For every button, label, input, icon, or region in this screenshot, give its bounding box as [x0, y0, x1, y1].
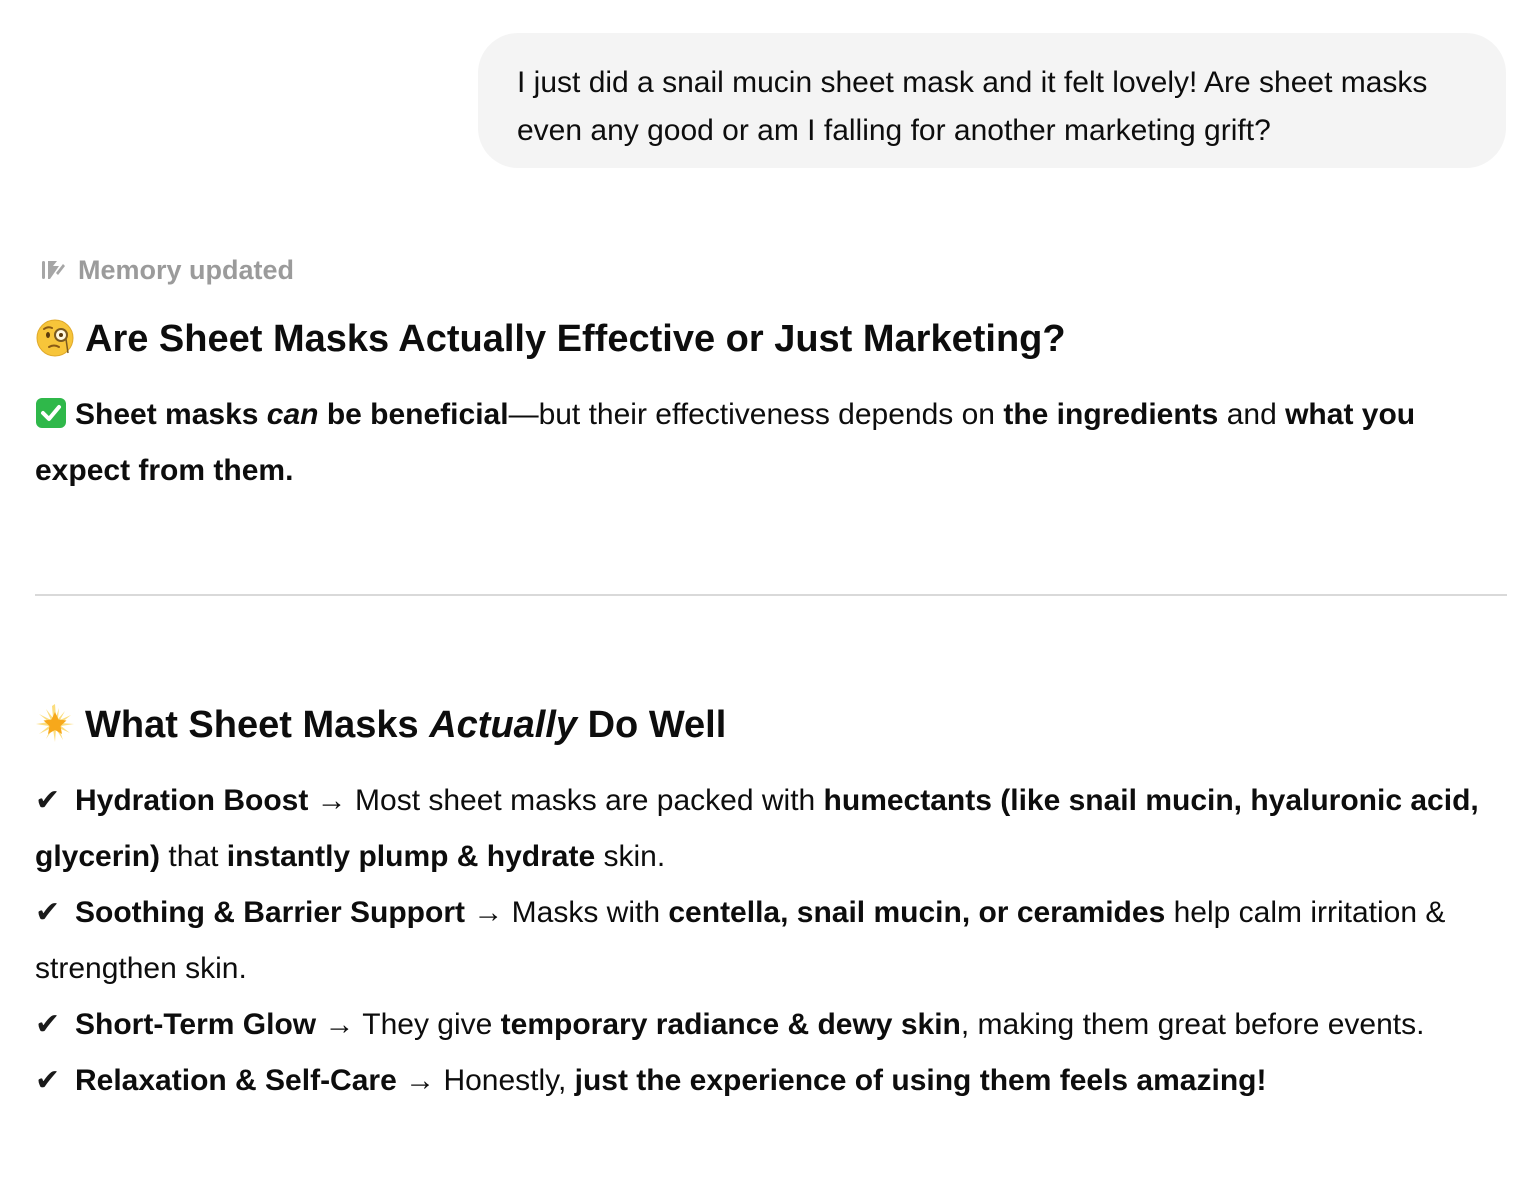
- user-message-bubble: I just did a snail mucin sheet mask and …: [478, 33, 1506, 168]
- second-heading-text-italic: Actually: [429, 704, 578, 746]
- intro-text-2: and: [1218, 398, 1286, 431]
- benefit-item: ✔ Hydration Boost → Most sheet masks are …: [35, 773, 1510, 885]
- intro-bold-1b: be beneficial: [318, 398, 509, 431]
- benefit-bold: instantly plump & hydrate: [226, 840, 596, 873]
- second-heading-text-before: What Sheet Masks: [85, 704, 430, 746]
- benefit-item: ✔ Relaxation & Self-Care → Honestly, just…: [35, 1053, 1510, 1109]
- chat-page: I just did a snail mucin sheet mask and …: [0, 0, 1536, 1202]
- intro-bold-1a: Sheet masks: [75, 398, 267, 431]
- benefit-text: Most sheet masks are packed with: [355, 784, 824, 817]
- memory-updated-indicator[interactable]: Memory updated: [40, 252, 294, 288]
- intro-text-1: —but their effectiveness depends on: [508, 398, 1004, 431]
- memory-edit-icon: [40, 257, 66, 283]
- second-heading: What Sheet Masks Actually Do Well: [35, 700, 726, 750]
- benefit-text: Honestly,: [443, 1064, 575, 1097]
- green-check-box-emoji: [35, 397, 67, 429]
- benefit-text: skin.: [595, 840, 666, 873]
- benefits-list: ✔ Hydration Boost → Most sheet masks are …: [35, 773, 1510, 1109]
- benefit-item: ✔ Soothing & Barrier Support → Masks with…: [35, 885, 1510, 997]
- section-divider: [35, 594, 1507, 596]
- memory-updated-label: Memory updated: [78, 254, 295, 285]
- benefit-text: that: [160, 840, 227, 873]
- arrow-icon: →: [465, 896, 512, 929]
- checkmark-icon: ✔: [35, 896, 61, 929]
- checkmark-icon: ✔: [35, 1008, 61, 1041]
- benefit-title: Relaxation & Self-Care: [75, 1064, 397, 1097]
- glowing-star-emoji: [35, 703, 75, 743]
- benefit-text: They give: [362, 1008, 501, 1041]
- benefit-text: , making them great before events.: [960, 1008, 1425, 1041]
- checkmark-icon: ✔: [35, 1064, 61, 1097]
- benefit-item: ✔ Short-Term Glow → They give temporary r…: [35, 997, 1510, 1053]
- benefit-text: Masks with: [511, 896, 669, 929]
- checkmark-icon: ✔: [35, 784, 61, 817]
- main-heading-text: Are Sheet Masks Actually Effective or Ju…: [85, 318, 1066, 360]
- user-message-text: I just did a snail mucin sheet mask and …: [517, 66, 1428, 147]
- arrow-icon: →: [316, 1008, 363, 1041]
- benefit-bold: centella, snail mucin, or ceramides: [668, 896, 1166, 929]
- intro-bold-2: the ingredients: [1003, 398, 1219, 431]
- benefit-title: Hydration Boost: [75, 784, 309, 817]
- intro-bold-italic: can: [266, 398, 319, 431]
- arrow-icon: →: [396, 1064, 444, 1097]
- benefit-title: Soothing & Barrier Support: [75, 896, 465, 929]
- benefit-title: Short-Term Glow: [75, 1008, 317, 1041]
- benefit-bold: temporary radiance & dewy skin: [500, 1008, 961, 1041]
- monocle-face-emoji: [35, 317, 75, 357]
- intro-paragraph: Sheet masks can be beneficial—but their …: [35, 387, 1507, 499]
- benefit-bold: just the experience of using them feels …: [574, 1064, 1267, 1097]
- arrow-icon: →: [308, 784, 356, 817]
- second-heading-text-after: Do Well: [577, 704, 727, 746]
- main-heading: Are Sheet Masks Actually Effective or Ju…: [35, 314, 1066, 364]
